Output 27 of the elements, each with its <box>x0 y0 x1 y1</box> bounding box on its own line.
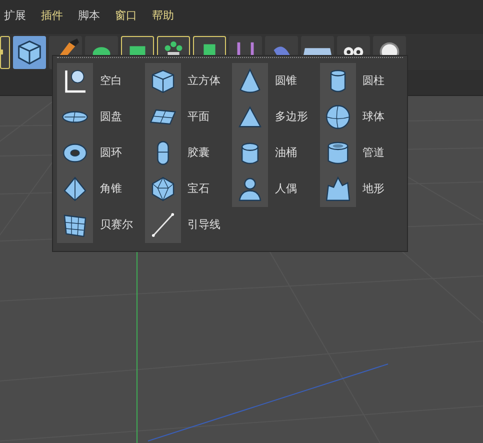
menu-entry-label[interactable]: 圆柱 <box>362 72 384 90</box>
menu-item[interactable]: 扩展 <box>4 10 26 22</box>
menu-entry-label[interactable]: 地形 <box>362 180 384 198</box>
menu-item[interactable]: 窗口 <box>115 10 137 22</box>
menu-item[interactable]: 插件 <box>41 10 63 22</box>
menu-item[interactable]: 帮助 <box>152 10 174 22</box>
menu-entry-label[interactable]: 立方体 <box>188 72 220 90</box>
menu-entry-label[interactable]: 多边形 <box>275 108 308 126</box>
pyramid-icon[interactable] <box>61 175 89 203</box>
menu-entry-label[interactable]: 圆环 <box>100 144 122 162</box>
menu-entry-label[interactable]: 油桶 <box>275 144 297 162</box>
menu-entry-label[interactable]: 圆盘 <box>100 108 122 126</box>
menu-entry-label[interactable]: 胶囊 <box>188 144 210 162</box>
terrain-icon[interactable] <box>324 175 352 203</box>
menu-entry-label[interactable]: 圆锥 <box>275 72 297 90</box>
menu-entry-label[interactable]: 平面 <box>188 108 210 126</box>
menu-item[interactable]: 脚本 <box>78 10 100 22</box>
person-bust-icon[interactable] <box>236 175 264 203</box>
menu-entry-label[interactable]: 管道 <box>362 144 384 162</box>
menu-entry-label[interactable]: 球体 <box>362 108 384 126</box>
menu-entry-label[interactable]: 宝石 <box>188 180 210 198</box>
menu-entry-label[interactable]: 贝赛尔 <box>100 216 133 234</box>
menu-entry-label[interactable]: 角锥 <box>100 180 122 198</box>
menu-entry-label[interactable]: 引导线 <box>188 216 220 234</box>
menu-entry-label[interactable]: 人偶 <box>275 180 297 198</box>
menu-entry-label[interactable]: 空白 <box>100 72 122 90</box>
sphere-icon[interactable] <box>324 103 352 131</box>
